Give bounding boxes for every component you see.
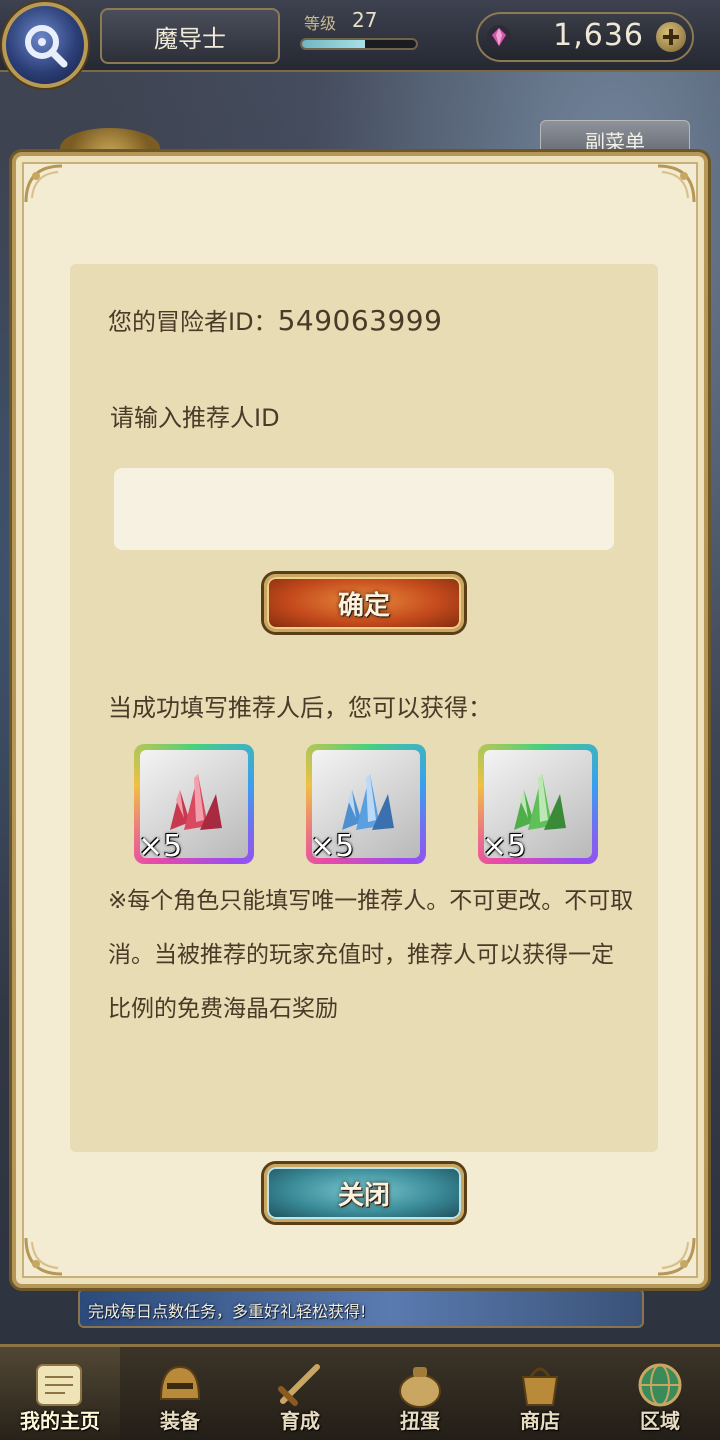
- referrer-id-input[interactable]: [114, 468, 614, 550]
- nav-label: 商店: [520, 1409, 560, 1433]
- adventurer-id-value: 549063999: [277, 304, 443, 337]
- bottom-nav: 我的主页 装备 育成 扭蛋 商店 区域: [0, 1344, 720, 1440]
- referral-panel: 您的冒险者ID：549063999 请输入推荐人ID 确定 当成功填写推荐人后，…: [70, 264, 658, 1152]
- plus-icon: [663, 29, 679, 45]
- level-progress-fill: [302, 40, 365, 48]
- reward-count: ×5: [310, 829, 355, 864]
- close-button[interactable]: 关闭: [264, 1164, 464, 1222]
- adventurer-id-label: 您的冒险者ID：: [108, 308, 278, 336]
- add-currency-button[interactable]: [656, 22, 686, 52]
- reward-item-blue-crystal[interactable]: ×5: [306, 744, 426, 864]
- nav-label: 扭蛋: [400, 1409, 440, 1433]
- reward-count: ×5: [138, 829, 183, 864]
- search-magnifier-icon: [25, 25, 68, 68]
- referral-dialog: 您的冒险者ID：549063999 请输入推荐人ID 确定 当成功填写推荐人后，…: [12, 152, 708, 1288]
- nav-item-home[interactable]: 我的主页: [0, 1347, 120, 1440]
- reward-count: ×5: [482, 829, 527, 864]
- corner-ornament-icon: [24, 1237, 63, 1276]
- nav-item-shop[interactable]: 商店: [480, 1347, 600, 1440]
- nav-label: 我的主页: [20, 1409, 100, 1433]
- corner-ornament-icon: [24, 164, 63, 203]
- level-label: 等级: [304, 14, 337, 33]
- referrer-input-label: 请输入推荐人ID: [110, 404, 280, 432]
- nav-label: 装备: [160, 1409, 200, 1433]
- reward-item-green-crystal[interactable]: ×5: [478, 744, 598, 864]
- reward-intro-text: 当成功填写推荐人后，您可以获得：: [108, 694, 492, 722]
- currency-value: 1,636: [553, 18, 644, 53]
- event-banner-text: 完成每日点数任务，多重好礼轻松获得!: [88, 1302, 367, 1321]
- nav-label: 区域: [640, 1409, 680, 1433]
- nav-item-training[interactable]: 育成: [240, 1347, 360, 1440]
- nav-item-region[interactable]: 区域: [600, 1347, 720, 1440]
- level-value: 27: [352, 8, 378, 32]
- corner-ornament-icon: [657, 1237, 696, 1276]
- menu-orb-button[interactable]: [2, 2, 88, 88]
- player-name[interactable]: 魔导士: [100, 8, 280, 64]
- referral-note: ※每个角色只能填写唯一推荐人。不可更改。不可取消。当被推荐的玩家充值时，推荐人可…: [108, 888, 634, 1022]
- nav-item-gacha[interactable]: 扭蛋: [360, 1347, 480, 1440]
- nav-item-equipment[interactable]: 装备: [120, 1347, 240, 1440]
- gem-icon: [487, 25, 511, 49]
- adventurer-id-line: 您的冒险者ID：549063999: [108, 302, 442, 337]
- nav-label: 育成: [280, 1409, 320, 1433]
- confirm-button[interactable]: 确定: [264, 574, 464, 632]
- level-progress-bar: [300, 38, 418, 50]
- reward-item-red-crystal[interactable]: ×5: [134, 744, 254, 864]
- corner-ornament-icon: [657, 164, 696, 203]
